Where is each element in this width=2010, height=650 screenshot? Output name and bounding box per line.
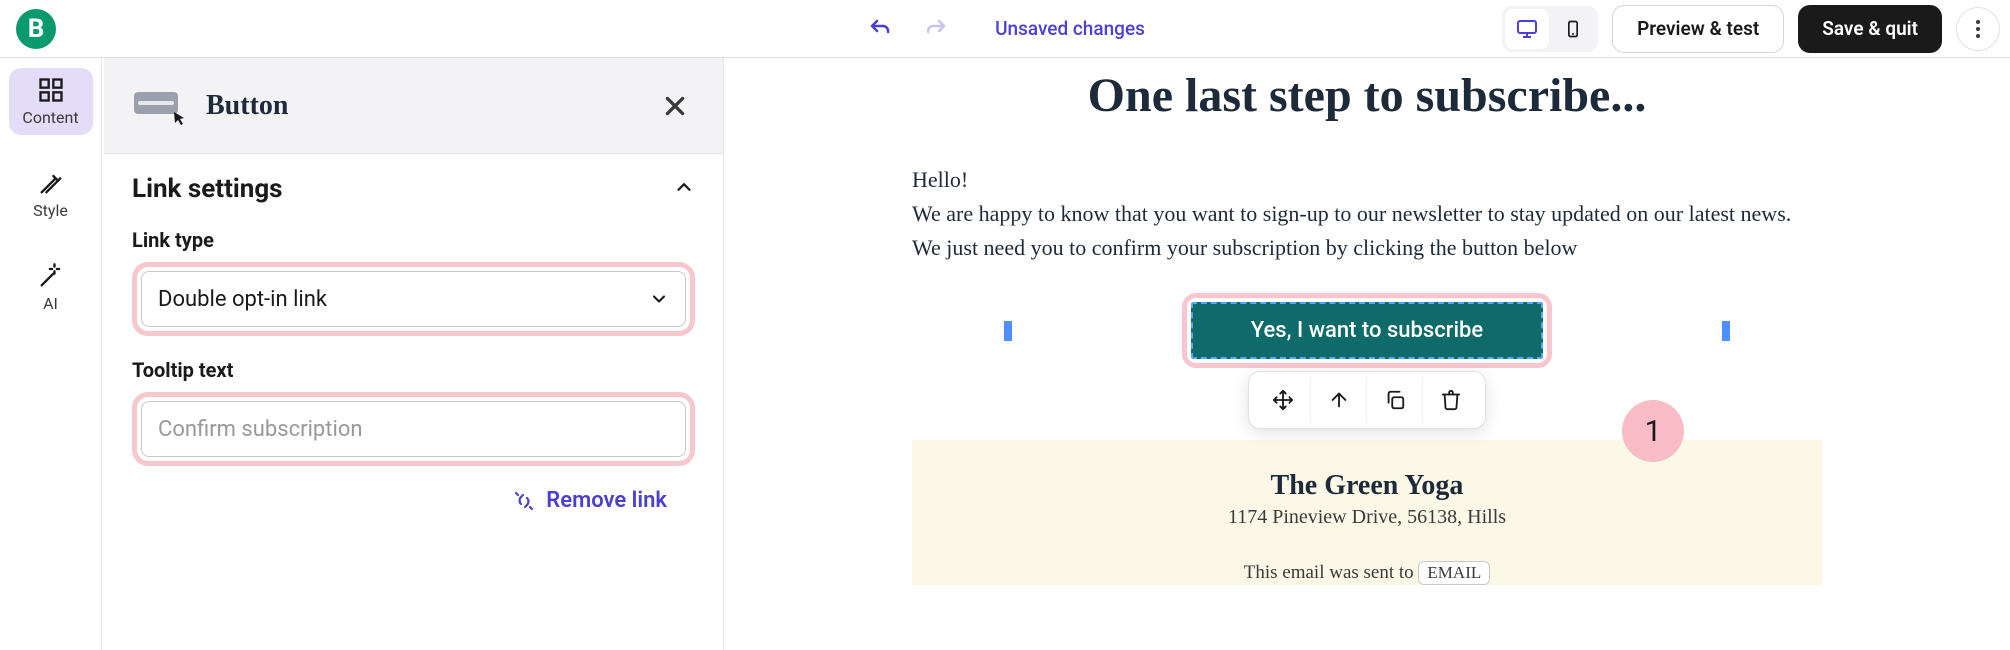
right-toolbar: Preview & test Save & quit bbox=[1502, 5, 2000, 53]
close-icon bbox=[662, 93, 688, 119]
email-footer: The Green Yoga 1174 Pineview Drive, 5613… bbox=[912, 440, 1822, 585]
device-toggle bbox=[1502, 6, 1598, 52]
annotation-badge-1: 1 bbox=[1622, 400, 1684, 462]
email-paragraph: We just need you to confirm your subscri… bbox=[912, 231, 1822, 265]
undo-button[interactable] bbox=[865, 14, 895, 44]
top-bar: B Unsaved changes Preview & test Save & … bbox=[0, 0, 2010, 58]
unlink-icon bbox=[512, 489, 536, 513]
email-merge-tag[interactable]: EMAIL bbox=[1418, 561, 1490, 585]
save-quit-button[interactable]: Save & quit bbox=[1798, 5, 1942, 53]
left-nav-rail: Content Style AI bbox=[0, 58, 102, 650]
arrow-up-icon bbox=[1328, 389, 1350, 411]
dot-icon bbox=[1976, 27, 1980, 31]
footer-meta: This email was sent to EMAIL bbox=[912, 561, 1822, 585]
undo-icon bbox=[868, 17, 892, 41]
tooltip-input[interactable] bbox=[141, 401, 686, 457]
brush-icon bbox=[37, 169, 65, 197]
rail-item-style[interactable]: Style bbox=[9, 161, 93, 228]
footer-company: The Green Yoga bbox=[912, 470, 1822, 502]
move-button[interactable] bbox=[1255, 378, 1311, 422]
delete-button[interactable] bbox=[1423, 378, 1479, 422]
annotation-highlight-3: Double opt-in link bbox=[132, 262, 695, 336]
chevron-down-icon bbox=[649, 289, 669, 309]
unsaved-changes-label: Unsaved changes bbox=[995, 17, 1145, 40]
dot-icon bbox=[1976, 20, 1980, 24]
email-content: One last step to subscribe... Hello! We … bbox=[912, 58, 1822, 585]
center-toolbar: Unsaved changes bbox=[865, 14, 1145, 44]
preview-test-button[interactable]: Preview & test bbox=[1612, 5, 1784, 53]
remove-link-label: Remove link bbox=[546, 488, 667, 513]
section-header[interactable]: Link settings bbox=[132, 174, 695, 204]
grid-icon bbox=[37, 76, 65, 104]
desktop-icon bbox=[1515, 17, 1539, 41]
link-type-label: Link type bbox=[132, 228, 695, 252]
redo-icon bbox=[924, 17, 948, 41]
properties-panel: Button Link settings Link type Double op… bbox=[104, 58, 724, 650]
footer-address: 1174 Pineview Drive, 56138, Hills bbox=[912, 506, 1822, 529]
remove-link-button[interactable]: Remove link bbox=[132, 488, 695, 513]
redo-button[interactable] bbox=[921, 14, 951, 44]
panel-body: Link settings Link type Double opt-in li… bbox=[104, 154, 723, 533]
move-up-button[interactable] bbox=[1311, 378, 1367, 422]
move-icon bbox=[1272, 389, 1294, 411]
duplicate-button[interactable] bbox=[1367, 378, 1423, 422]
chevron-up-icon bbox=[673, 176, 695, 198]
desktop-view-button[interactable] bbox=[1505, 9, 1549, 49]
brand-logo[interactable]: B bbox=[16, 9, 56, 49]
button-block-icon bbox=[132, 86, 188, 126]
cta-wrapper: Yes, I want to subscribe bbox=[912, 293, 1822, 368]
selection-handle-right[interactable] bbox=[1722, 321, 1730, 341]
panel-header: Button bbox=[104, 58, 723, 154]
panel-title: Button bbox=[206, 90, 288, 122]
link-type-select[interactable]: Double opt-in link bbox=[141, 271, 686, 327]
rail-label: Content bbox=[22, 108, 78, 127]
tooltip-label: Tooltip text bbox=[132, 358, 695, 382]
section-title: Link settings bbox=[132, 174, 283, 204]
copy-icon bbox=[1384, 389, 1406, 411]
annotation-highlight-1: Yes, I want to subscribe bbox=[1182, 293, 1552, 368]
dot-icon bbox=[1976, 34, 1980, 38]
footer-meta-text: This email was sent to bbox=[1244, 562, 1419, 583]
annotation-highlight-4 bbox=[132, 392, 695, 466]
email-paragraph: Hello! bbox=[912, 163, 1822, 197]
email-heading: One last step to subscribe... bbox=[912, 68, 1822, 123]
element-toolbar bbox=[1248, 371, 1486, 429]
trash-icon bbox=[1440, 389, 1462, 411]
more-menu-button[interactable] bbox=[1956, 7, 2000, 51]
rail-item-content[interactable]: Content bbox=[9, 68, 93, 135]
subscribe-cta-button[interactable]: Yes, I want to subscribe bbox=[1191, 302, 1543, 359]
rail-label: Style bbox=[33, 201, 68, 220]
rail-label: AI bbox=[43, 294, 58, 313]
email-canvas[interactable]: One last step to subscribe... Hello! We … bbox=[724, 58, 2010, 650]
close-panel-button[interactable] bbox=[655, 86, 695, 126]
mobile-view-button[interactable] bbox=[1551, 9, 1595, 49]
wand-icon bbox=[37, 262, 65, 290]
selection-handle-left[interactable] bbox=[1004, 321, 1012, 341]
mobile-icon bbox=[1563, 17, 1583, 41]
collapse-section-button[interactable] bbox=[673, 176, 695, 202]
link-type-value: Double opt-in link bbox=[158, 287, 327, 312]
email-paragraph: We are happy to know that you want to si… bbox=[912, 197, 1822, 231]
rail-item-ai[interactable]: AI bbox=[9, 254, 93, 321]
